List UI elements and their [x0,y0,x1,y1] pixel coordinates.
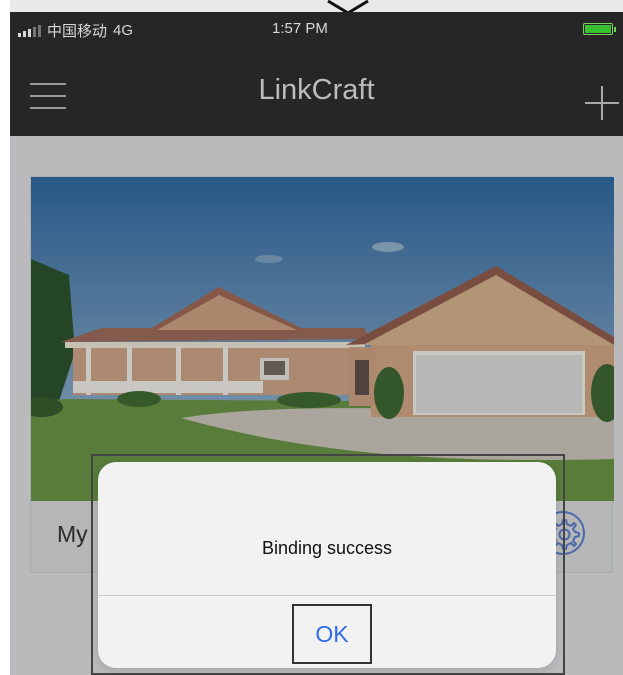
carrier-info: 中国移动 4G [18,20,133,41]
dialog-message: Binding success [261,538,393,558]
battery-tip [614,27,616,32]
dialog-divider [98,595,556,596]
binding-success-dialog: Binding success OK [98,462,556,668]
network-type: 4G [113,22,134,39]
navigation-bar: LinkCraft [10,44,623,136]
plus-icon[interactable] [585,86,619,120]
carrier-name: 中国移动 [47,23,108,40]
battery-charging-icon [583,23,616,35]
ok-button[interactable]: OK [292,604,372,664]
phone-screen: 中国移动 4G 1:57 PM LinkCraft My Binding suc… [10,0,623,675]
battery-level [585,25,611,33]
signal-bars-icon [18,24,41,37]
status-bar: 中国移动 4G 1:57 PM [10,12,623,44]
status-time: 1:57 PM [272,20,328,37]
page-title: LinkCraft [258,74,375,106]
